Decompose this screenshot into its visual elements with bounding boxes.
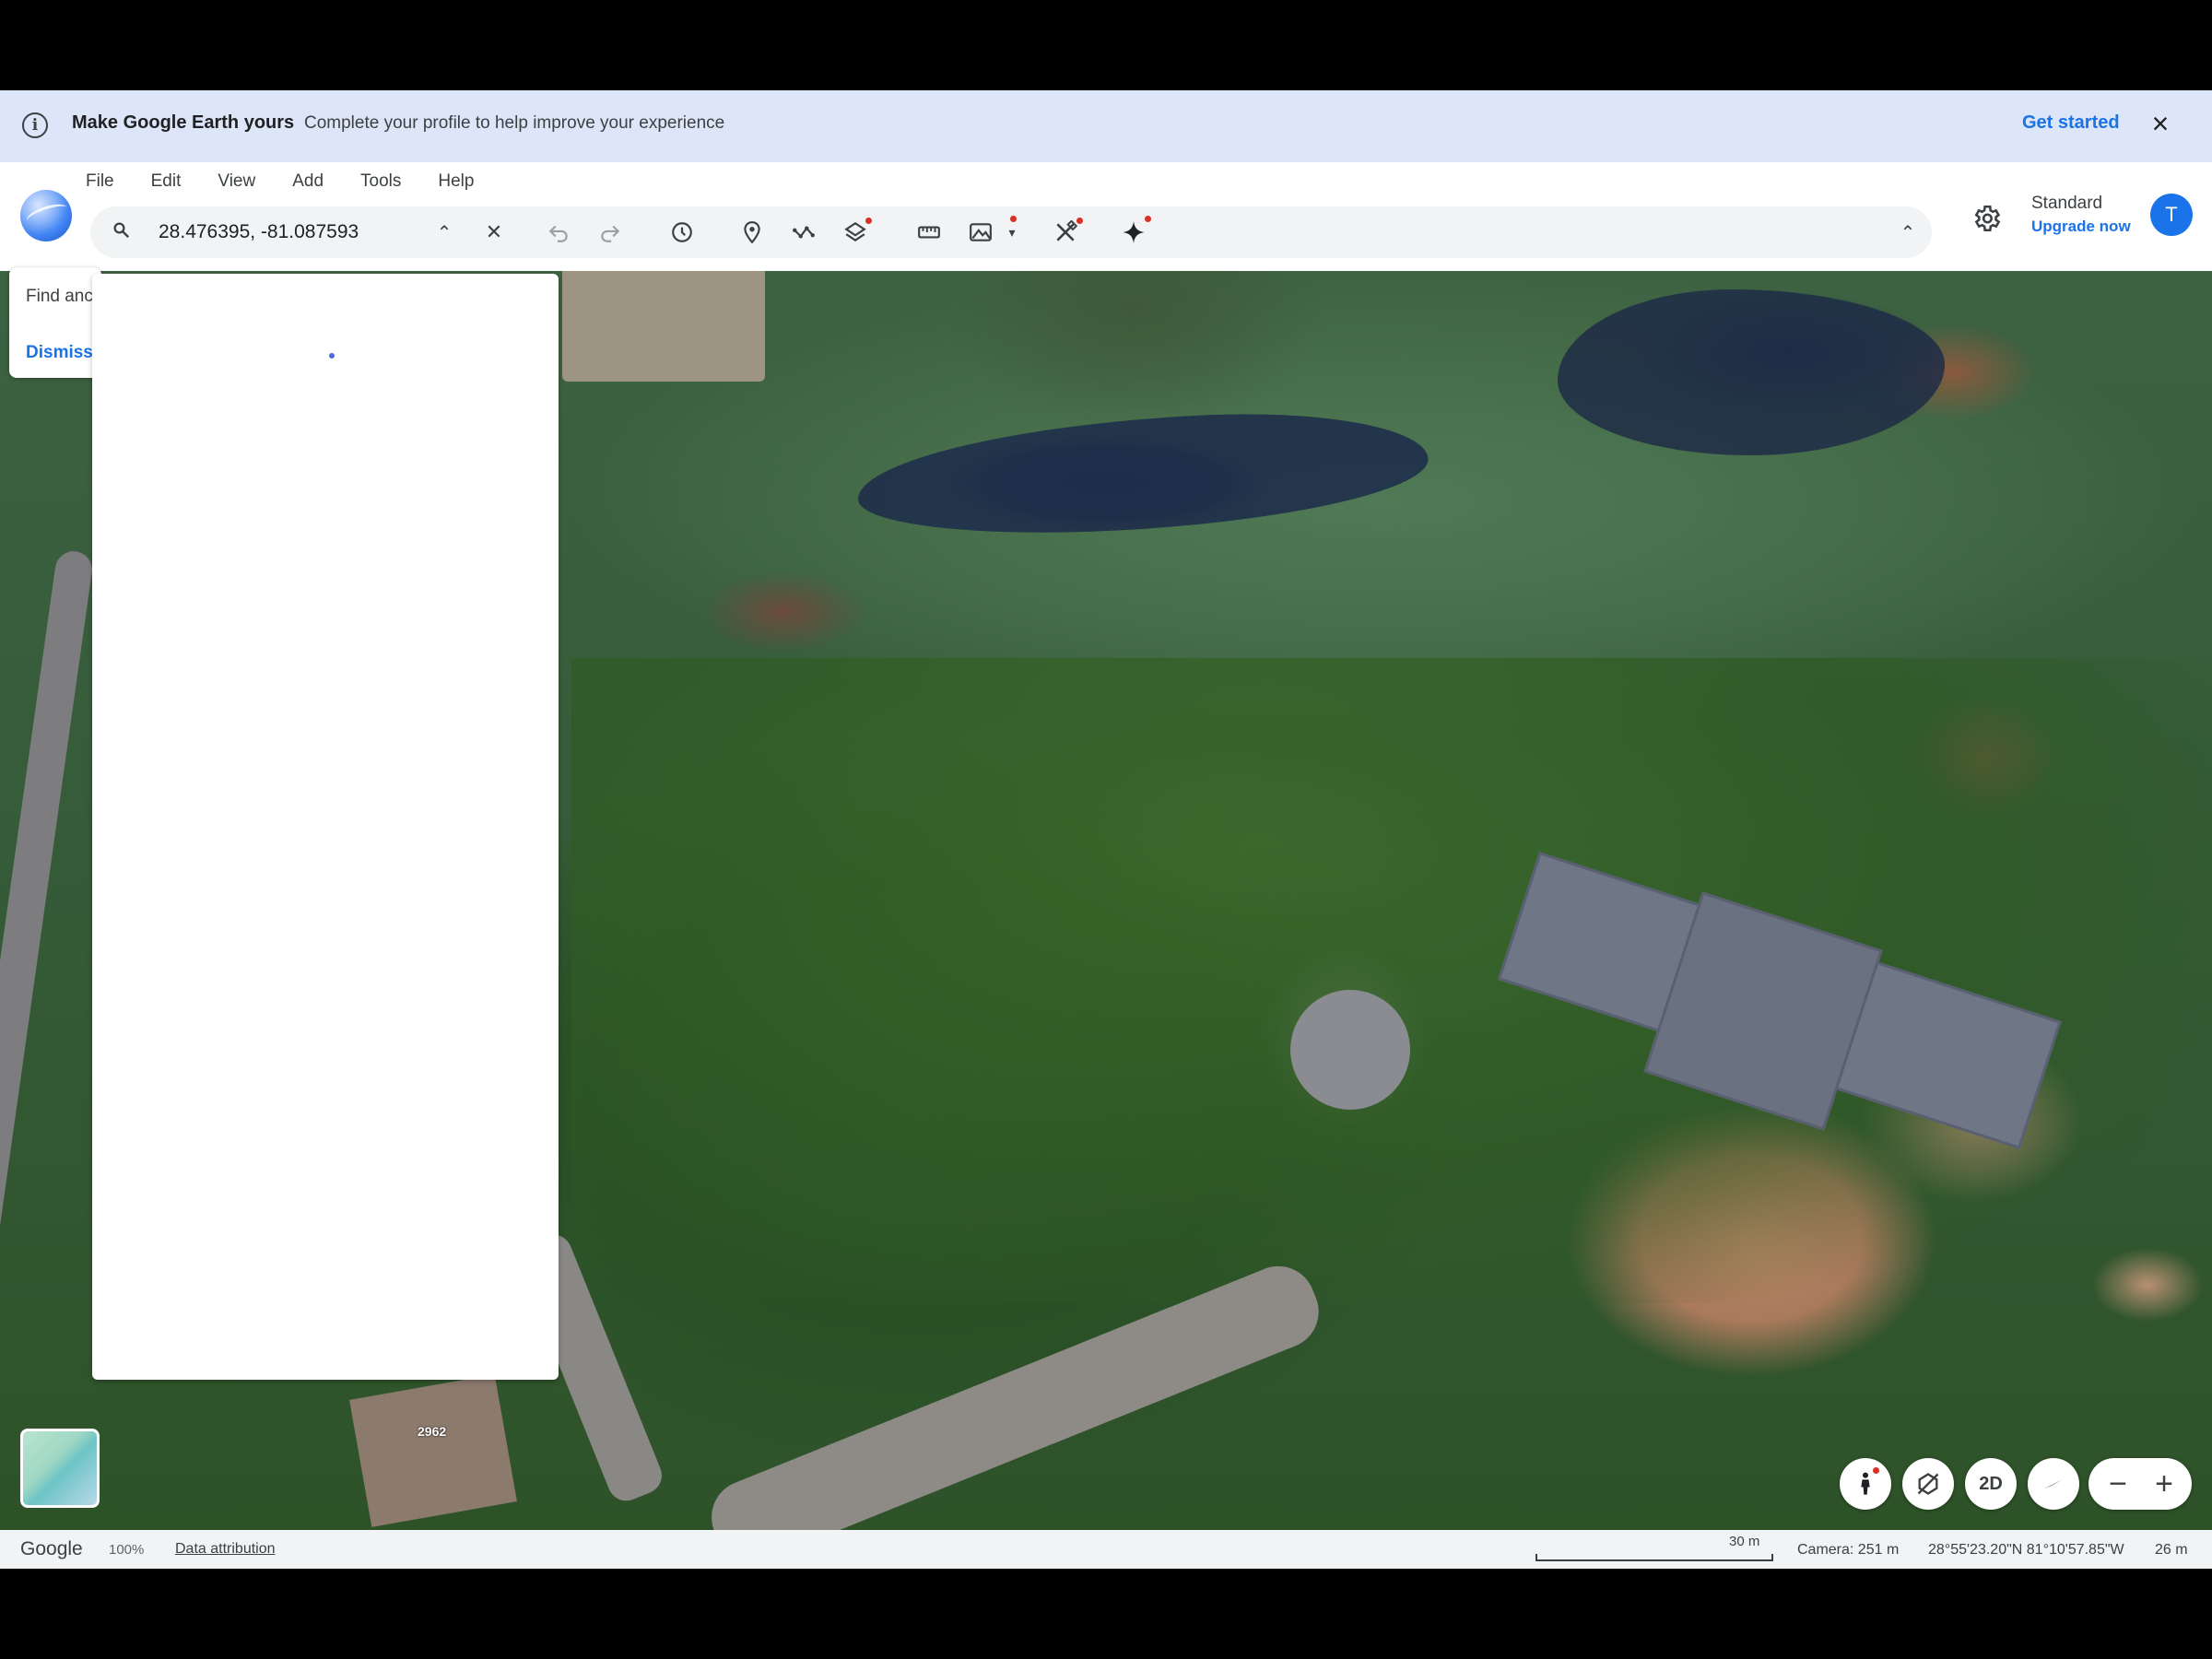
plan-name: Standard xyxy=(2031,194,2103,213)
house-number-label: 2962 xyxy=(418,1424,447,1439)
toolbar: ⌃ ✕ ▾ xyxy=(90,206,1932,258)
get-started-link[interactable]: Get started xyxy=(2022,112,2120,134)
menu-file[interactable]: File xyxy=(86,171,114,192)
chevron-down-icon[interactable]: ▾ xyxy=(995,216,1029,249)
toggle-3d-buildings-icon[interactable] xyxy=(1902,1458,1954,1510)
menu-add[interactable]: Add xyxy=(292,171,324,192)
search-results-panel[interactable] xyxy=(92,274,559,1380)
map-building xyxy=(349,1374,517,1527)
gear-icon[interactable] xyxy=(1971,203,2002,234)
close-icon[interactable]: × xyxy=(2144,107,2177,140)
notification-dot xyxy=(865,218,872,224)
undo-icon[interactable] xyxy=(542,216,575,249)
map-forest xyxy=(571,658,2212,1303)
zoom-out-button[interactable]: − xyxy=(2096,1462,2140,1506)
map-cul-de-sac xyxy=(1290,990,1410,1110)
google-earth-logo[interactable] xyxy=(20,190,72,241)
measure-icon[interactable] xyxy=(912,216,946,249)
info-icon: i xyxy=(22,112,48,138)
map-building xyxy=(562,271,765,382)
redo-icon[interactable] xyxy=(594,216,627,249)
map-pond xyxy=(854,403,1431,545)
collapse-icon[interactable]: ⌃ xyxy=(1891,216,1924,249)
avatar[interactable]: T xyxy=(2150,194,2193,236)
zoom-controls: − + xyxy=(2088,1458,2192,1510)
menu-view[interactable]: View xyxy=(218,171,255,192)
elevation-readout: 26 m xyxy=(2155,1542,2188,1558)
menu-help[interactable]: Help xyxy=(438,171,474,192)
info-banner: i Make Google Earth yours Complete your … xyxy=(0,90,2212,162)
notification-dot xyxy=(1145,216,1151,222)
historical-imagery-icon[interactable] xyxy=(665,216,699,249)
notification-dot xyxy=(1873,1467,1879,1474)
app-header: File Edit View Add Tools Help ⌃ ✕ xyxy=(0,162,2212,271)
clear-search-icon[interactable]: ✕ xyxy=(477,216,511,249)
compass-icon[interactable] xyxy=(2028,1458,2079,1510)
scale-label: 30 m xyxy=(1729,1534,1760,1549)
pegman-icon[interactable] xyxy=(1840,1458,1891,1510)
gemini-icon[interactable] xyxy=(1117,216,1151,249)
upgrade-link[interactable]: Upgrade now xyxy=(2031,218,2131,236)
scale-bar xyxy=(1535,1554,1773,1561)
banner-title: Make Google Earth yours xyxy=(72,112,295,133)
view-2d-button[interactable]: 2D xyxy=(1965,1458,2017,1510)
google-logo: Google xyxy=(20,1538,83,1559)
banner-text: Complete your profile to help improve yo… xyxy=(304,113,725,133)
elevation-icon[interactable] xyxy=(964,216,997,249)
loading-indicator xyxy=(329,353,335,359)
data-attribution-link[interactable]: Data attribution xyxy=(175,1541,276,1558)
map-pond xyxy=(1558,289,1945,455)
tools-icon[interactable] xyxy=(1049,216,1083,249)
menu-tools[interactable]: Tools xyxy=(360,171,401,192)
add-path-icon[interactable] xyxy=(787,216,820,249)
map-style-thumbnail[interactable] xyxy=(20,1429,100,1508)
map-road xyxy=(0,548,95,1376)
cursor-coordinates: 28°55'23.20"N 81°10'57.85"W xyxy=(1928,1542,2124,1558)
menu-bar: File Edit View Add Tools Help xyxy=(86,171,511,192)
search-icon[interactable] xyxy=(112,221,129,238)
layers-icon[interactable] xyxy=(839,216,872,249)
menu-edit[interactable]: Edit xyxy=(151,171,182,192)
notification-dot xyxy=(1077,218,1083,224)
camera-altitude: Camera: 251 m xyxy=(1797,1542,1900,1558)
status-bar: Google 100% Data attribution 30 m Camera… xyxy=(0,1530,2212,1569)
add-placemark-icon[interactable] xyxy=(735,216,769,249)
tip-text: Find anc xyxy=(26,287,93,306)
zoom-in-button[interactable]: + xyxy=(2142,1462,2186,1506)
dismiss-tip-button[interactable]: Dismiss xyxy=(26,343,93,363)
search-input[interactable] xyxy=(157,216,465,249)
search-history-icon[interactable]: ⌃ xyxy=(428,216,461,249)
zoom-level: 100% xyxy=(109,1542,145,1558)
notification-dot xyxy=(1010,216,1017,222)
